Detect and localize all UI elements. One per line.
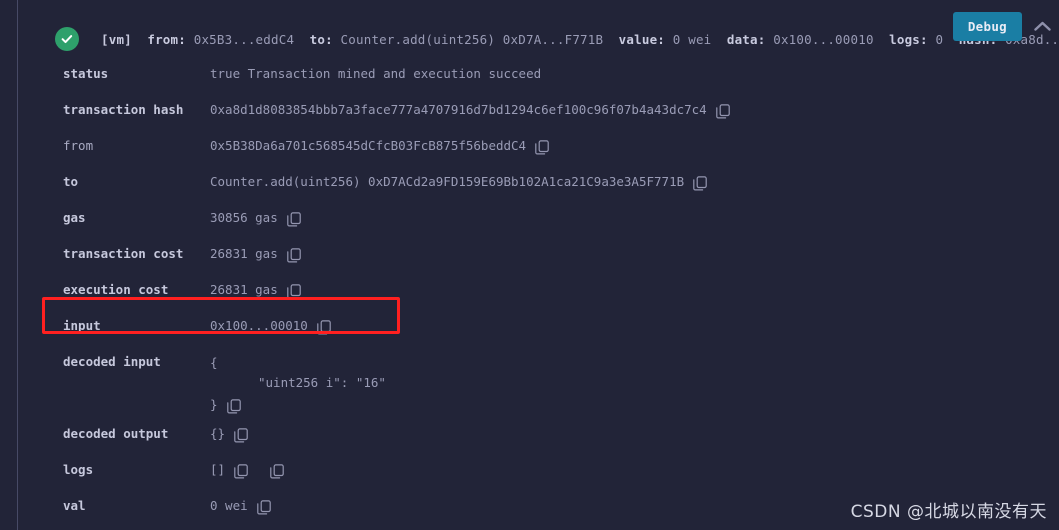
- status-text: true Transaction mined and execution suc…: [210, 66, 542, 81]
- logs-text: []: [210, 462, 226, 477]
- row-transaction-hash: transaction hash 0xa8d1d8083854bbb7a3fac…: [25, 92, 1059, 128]
- row-status: status true Transaction mined and execut…: [25, 56, 1059, 92]
- val-text: 0 wei: [210, 498, 248, 513]
- row-label-execution-cost: execution cost: [63, 282, 169, 297]
- row-value-decoded-output: {}: [210, 416, 1059, 452]
- copy-icon[interactable]: [226, 398, 241, 414]
- row-value-status: true Transaction mined and execution suc…: [210, 56, 1059, 92]
- debug-button[interactable]: Debug: [952, 12, 1022, 41]
- row-decoded-input: decoded input { "uint256 i": "16" }: [25, 344, 1059, 416]
- summary-from-value: 0x5B3...eddC4: [193, 31, 295, 47]
- check-circle-icon: [55, 27, 79, 51]
- row-from: from 0x5B38Da6a701c568545dCfcB03FcB875f5…: [25, 128, 1059, 164]
- row-label-logs: logs: [63, 462, 94, 477]
- row-input: input 0x100...00010: [25, 308, 1059, 344]
- copy-icon[interactable]: [234, 427, 248, 443]
- transaction-cost-text: 26831 gas: [210, 246, 278, 261]
- row-label-to: to: [63, 174, 79, 189]
- decoded-input-json: { "uint256 i": "16" }: [210, 344, 386, 416]
- summary-logs-value: 0: [935, 31, 944, 47]
- row-value-gas: 30856 gas: [210, 200, 1059, 236]
- row-value-input: 0x100...00010: [210, 308, 1059, 344]
- row-to: to Counter.add(uint256) 0xD7ACd2a9FD159E…: [25, 164, 1059, 200]
- gas-text: 30856 gas: [210, 210, 278, 225]
- row-label-gas: gas: [63, 210, 86, 225]
- row-value-decoded-input: { "uint256 i": "16" }: [210, 344, 1059, 416]
- row-label-decoded-output: decoded output: [63, 426, 169, 441]
- decoded-input-pair: "uint256 i": "16": [258, 375, 386, 390]
- row-value-to: Counter.add(uint256) 0xD7ACd2a9FD159E69B…: [210, 164, 1059, 200]
- row-label-val: val: [63, 498, 86, 513]
- summary-vm-tag: [vm]: [101, 31, 132, 47]
- row-decoded-output: decoded output {}: [25, 416, 1059, 452]
- copy-icon[interactable]: [234, 463, 248, 479]
- transaction-summary-text: [vm] from: 0x5B3...eddC4 to: Counter.add…: [101, 32, 1059, 47]
- row-logs: logs []: [25, 452, 1059, 488]
- row-value-logs: []: [210, 452, 1059, 488]
- input-text: 0x100...00010: [210, 318, 308, 333]
- row-label-transaction-cost: transaction cost: [63, 246, 184, 261]
- row-transaction-cost: transaction cost 26831 gas: [25, 236, 1059, 272]
- to-address-text: Counter.add(uint256) 0xD7ACd2a9FD159E69B…: [210, 174, 685, 189]
- summary-logs-key: logs:: [889, 31, 928, 47]
- summary-data-value: 0x100...00010: [773, 31, 874, 47]
- header-actions: Debug: [952, 12, 1051, 41]
- summary-value-value: 0 wei: [672, 31, 712, 47]
- row-label-transaction-hash: transaction hash: [63, 102, 184, 117]
- transaction-detail-panel: [vm] from: 0x5B3...eddC4 to: Counter.add…: [25, 0, 1059, 530]
- summary-data-key: data:: [726, 31, 766, 47]
- left-rail-divider: [17, 0, 18, 530]
- copy-icon[interactable]: [286, 247, 301, 263]
- transaction-hash-text: 0xa8d1d8083854bbb7a3face777a4707916d7bd1…: [210, 102, 707, 117]
- row-value-transaction-hash: 0xa8d1d8083854bbb7a3face777a4707916d7bd1…: [210, 92, 1059, 128]
- row-execution-cost: execution cost 26831 gas: [25, 272, 1059, 308]
- decoded-input-close-line: }: [210, 394, 386, 416]
- copy-icon[interactable]: [715, 103, 730, 119]
- copy-icon[interactable]: [270, 463, 284, 479]
- copy-icon[interactable]: [693, 175, 707, 191]
- copy-icon[interactable]: [286, 211, 301, 227]
- row-value-from: 0x5B38Da6a701c568545dCfcB03FcB875f56bedd…: [210, 128, 1059, 164]
- row-value-execution-cost: 26831 gas: [210, 272, 1059, 308]
- copy-icon[interactable]: [535, 139, 549, 155]
- row-label-decoded-input: decoded input: [63, 354, 161, 369]
- summary-to-key: to:: [309, 31, 333, 47]
- copy-icon[interactable]: [286, 283, 301, 299]
- decoded-input-close-brace: }: [210, 397, 218, 412]
- execution-cost-text: 26831 gas: [210, 282, 278, 297]
- row-label-status: status: [63, 66, 109, 81]
- row-gas: gas 30856 gas: [25, 200, 1059, 236]
- from-address-text: 0x5B38Da6a701c568545dCfcB03FcB875f56bedd…: [210, 138, 527, 153]
- summary-value-key: value:: [618, 31, 666, 47]
- row-label-input: input: [63, 318, 101, 333]
- summary-from-key: from:: [147, 31, 186, 47]
- copy-icon[interactable]: [256, 499, 271, 515]
- watermark-text: CSDN @北城以南没有天: [850, 502, 1047, 522]
- decoded-output-text: {}: [210, 426, 226, 441]
- transaction-summary-header[interactable]: [vm] from: 0x5B3...eddC4 to: Counter.add…: [25, 20, 1059, 58]
- copy-icon[interactable]: [317, 319, 331, 335]
- summary-to-value: Counter.add(uint256) 0xD7A...F771B: [340, 31, 604, 47]
- row-label-from: from: [63, 138, 94, 153]
- decoded-input-open-brace: {: [210, 355, 218, 370]
- row-value-transaction-cost: 26831 gas: [210, 236, 1059, 272]
- transaction-rows: status true Transaction mined and execut…: [25, 56, 1059, 524]
- chevron-up-icon[interactable]: [1034, 21, 1051, 32]
